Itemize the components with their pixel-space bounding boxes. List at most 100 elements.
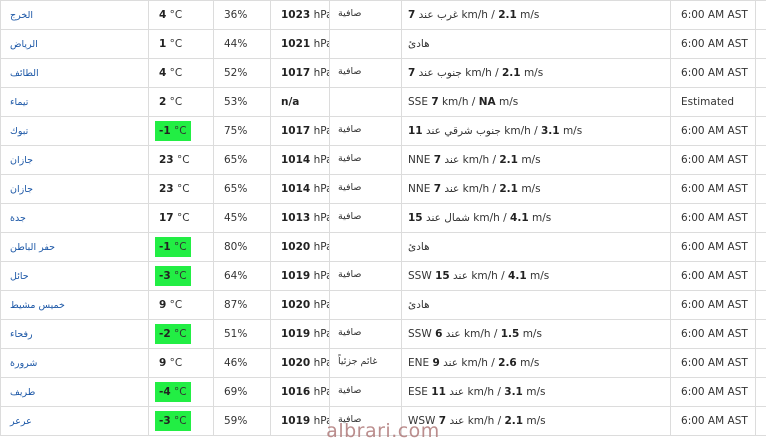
condition-cell: صافية bbox=[330, 320, 402, 349]
pressure-cell: 1016 hPa bbox=[271, 378, 330, 407]
city-link[interactable]: عرعر bbox=[10, 416, 32, 427]
pressure-unit: hPa bbox=[314, 9, 330, 21]
wind-ms: 3.1 bbox=[504, 386, 523, 398]
condition-cell: غائم جزئياً bbox=[330, 349, 402, 378]
pressure-cell: 1020 hPa bbox=[271, 233, 330, 262]
city-cell: حفر الباطن bbox=[1, 233, 149, 262]
condition-cell: صافية bbox=[330, 378, 402, 407]
edge-cell bbox=[756, 291, 766, 320]
condition-cell bbox=[330, 233, 402, 262]
temperature-value: 23 °C bbox=[155, 179, 194, 199]
condition-text: صافية bbox=[338, 262, 401, 280]
wind-unit: km/h / bbox=[442, 96, 475, 108]
wind-ms-unit: m/s bbox=[521, 183, 540, 195]
city-link[interactable]: تيماء bbox=[10, 97, 28, 108]
city-link[interactable]: جازان bbox=[10, 184, 33, 195]
wind-cell: SSE 7 km/h / NA m/s bbox=[402, 88, 671, 117]
wind-direction: ENE bbox=[408, 357, 429, 369]
city-link[interactable]: الرياض bbox=[10, 39, 38, 50]
city-link[interactable]: طريف bbox=[10, 387, 35, 398]
city-link[interactable]: تبوك bbox=[10, 126, 28, 137]
table-row: طريف-4 °C69%1016 hPaصافيةESE 11 عند km/h… bbox=[1, 378, 766, 407]
city-link[interactable]: جازان bbox=[10, 155, 33, 166]
condition-text bbox=[338, 30, 401, 37]
wind-speed: 6 bbox=[435, 328, 442, 340]
city-link[interactable]: الطائف bbox=[10, 68, 39, 79]
pressure-cell: n/a bbox=[271, 88, 330, 117]
wind-ms: NA bbox=[479, 96, 496, 108]
city-link[interactable]: رفحاء bbox=[10, 329, 33, 340]
city-link[interactable]: خميس مشيط bbox=[10, 300, 65, 311]
condition-text bbox=[338, 233, 401, 240]
temperature-unit: °C bbox=[177, 212, 190, 224]
temperature-number: 17 bbox=[159, 212, 174, 224]
temperature-value: -3 °C bbox=[155, 266, 191, 286]
wind-cell: هادئ bbox=[402, 30, 671, 59]
time-cell: 6:00 AM AST bbox=[671, 233, 756, 262]
city-cell: عرعر bbox=[1, 407, 149, 436]
pressure-cell: 1019 hPa bbox=[271, 407, 330, 436]
time-cell: 6:00 AM AST bbox=[671, 407, 756, 436]
city-cell: خميس مشيط bbox=[1, 291, 149, 320]
wind-ms-unit: m/s bbox=[523, 328, 542, 340]
pressure-unit: hPa bbox=[314, 357, 330, 369]
temperature-cell: 4 °C bbox=[149, 1, 214, 30]
wind-speed: 7 bbox=[439, 415, 446, 427]
city-link[interactable]: حفر الباطن bbox=[10, 242, 55, 253]
edge-cell bbox=[756, 117, 766, 146]
temperature-number: -1 bbox=[159, 125, 171, 137]
city-cell: حائل bbox=[1, 262, 149, 291]
wind-speed: 15 bbox=[408, 212, 423, 224]
temperature-number: 23 bbox=[159, 154, 174, 166]
pressure-value: 1023 bbox=[281, 9, 310, 21]
temperature-unit: °C bbox=[174, 386, 187, 398]
city-cell: طريف bbox=[1, 378, 149, 407]
temperature-number: -3 bbox=[159, 270, 171, 282]
temperature-value: 9 °C bbox=[155, 295, 186, 315]
city-cell: الطائف bbox=[1, 59, 149, 88]
pressure-unit: hPa bbox=[314, 67, 330, 79]
condition-cell bbox=[330, 291, 402, 320]
wind-cell: NNE 7 عند km/h / 2.1 m/s bbox=[402, 146, 671, 175]
city-cell: تيماء bbox=[1, 88, 149, 117]
wind-cell: 7 غرب عند km/h / 2.1 m/s bbox=[402, 1, 671, 30]
temperature-number: 4 bbox=[159, 9, 166, 21]
pressure-unit: hPa bbox=[314, 125, 330, 137]
wind-ms: 4.1 bbox=[508, 270, 527, 282]
temperature-cell: -2 °C bbox=[149, 320, 214, 349]
time-cell: 6:00 AM AST bbox=[671, 349, 756, 378]
city-link[interactable]: شرورة bbox=[10, 358, 37, 369]
table-row: تيماء2 °C53%n/a SSE 7 km/h / NA m/s Esti… bbox=[1, 88, 766, 117]
edge-cell bbox=[756, 30, 766, 59]
wind-unit: عند km/h / bbox=[449, 415, 501, 427]
wind-ms: 2.1 bbox=[498, 9, 517, 21]
city-link[interactable]: حائل bbox=[10, 271, 29, 282]
wind-unit: عند km/h / bbox=[444, 183, 496, 195]
table-row: جازان23 °C65%1014 hPaصافيةNNE 7 عند km/h… bbox=[1, 146, 766, 175]
city-link[interactable]: جدة bbox=[10, 213, 26, 224]
table-row: تبوك-1 °C75%1017 hPaصافية11 جنوب شرقي عن… bbox=[1, 117, 766, 146]
temperature-unit: °C bbox=[177, 154, 190, 166]
edge-cell bbox=[756, 175, 766, 204]
wind-unit: عند km/h / bbox=[453, 270, 505, 282]
table-row: حفر الباطن-1 °C80%1020 hPa هادئ 6:00 AM … bbox=[1, 233, 766, 262]
pressure-unit: hPa bbox=[314, 38, 330, 50]
temperature-number: 9 bbox=[159, 299, 166, 311]
wind-ms-unit: m/s bbox=[532, 212, 551, 224]
wind-ms: 4.1 bbox=[510, 212, 529, 224]
temperature-unit: °C bbox=[174, 241, 187, 253]
temperature-number: 1 bbox=[159, 38, 166, 50]
wind-ms: 2.1 bbox=[499, 183, 518, 195]
wind-direction: شمال عند bbox=[426, 212, 470, 224]
pressure-value: 1020 bbox=[281, 299, 310, 311]
temperature-value: -1 °C bbox=[155, 121, 191, 141]
wind-cell: WSW 7 عند km/h / 2.1 m/s bbox=[402, 407, 671, 436]
wind-speed: 11 bbox=[431, 386, 446, 398]
pressure-cell: 1014 hPa bbox=[271, 146, 330, 175]
pressure-cell: 1020 hPa bbox=[271, 291, 330, 320]
temperature-unit: °C bbox=[177, 183, 190, 195]
temperature-cell: 9 °C bbox=[149, 291, 214, 320]
city-link[interactable]: الخرج bbox=[10, 10, 33, 21]
time-cell: 6:00 AM AST bbox=[671, 320, 756, 349]
temperature-unit: °C bbox=[174, 270, 187, 282]
